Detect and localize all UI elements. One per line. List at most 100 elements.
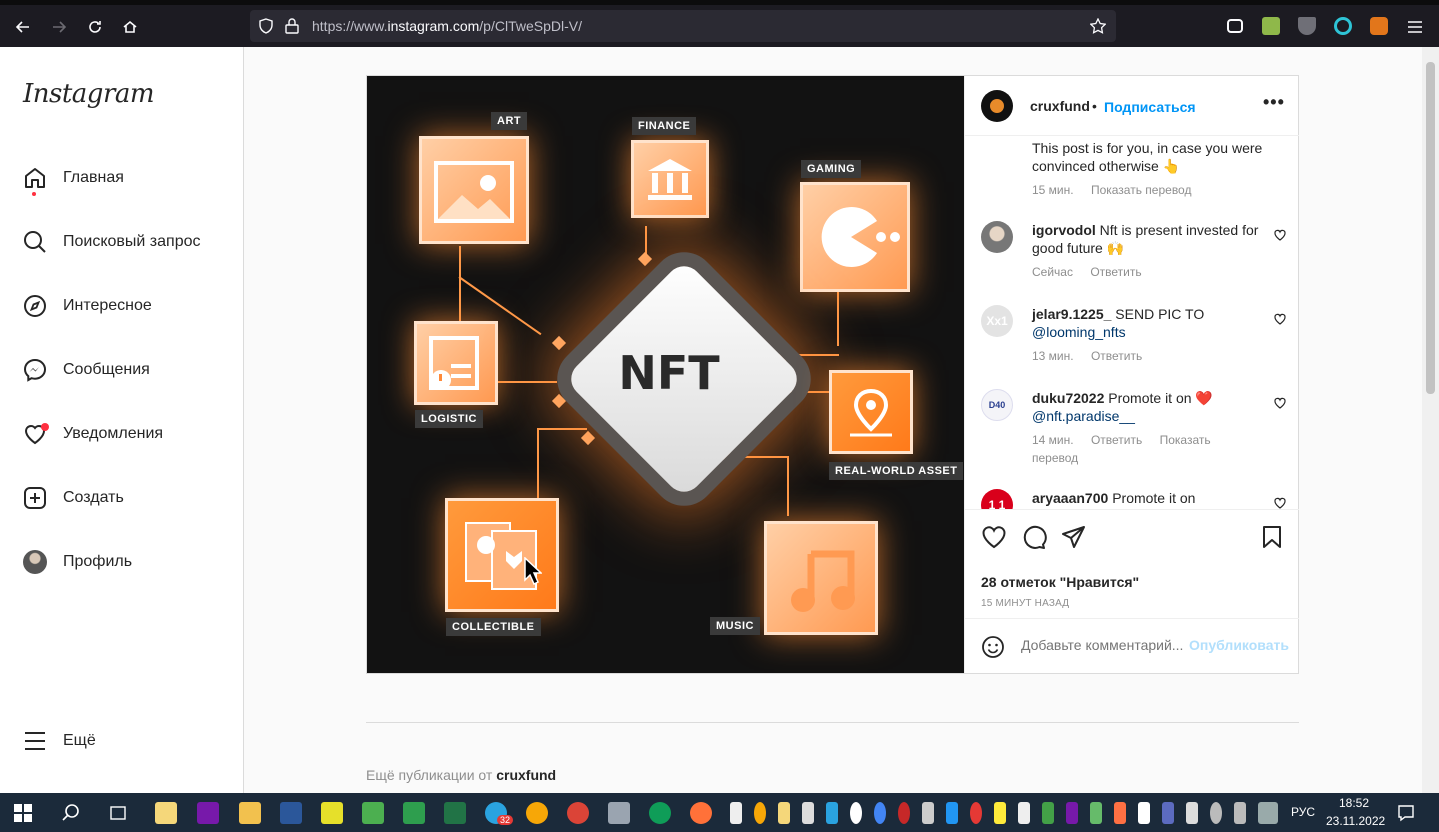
forward-arrow-icon[interactable] <box>45 13 73 41</box>
reply-link[interactable]: Ответить <box>1091 349 1142 363</box>
save-bookmark-icon[interactable] <box>1259 524 1285 550</box>
like-comment-heart-icon[interactable] <box>1274 313 1286 325</box>
publish-button[interactable]: Опубликовать <box>1189 637 1289 653</box>
tray-app-icon[interactable] <box>802 802 814 824</box>
sidebar-item-explore[interactable]: Интересное <box>22 291 152 321</box>
lock-icon[interactable] <box>285 18 299 34</box>
comments-list[interactable]: This post is for you, in case you were c… <box>965 137 1299 509</box>
tray-app-icon[interactable] <box>874 802 886 824</box>
explorer-icon[interactable] <box>239 802 261 824</box>
comment-username[interactable]: aryaaan700 <box>1032 490 1108 506</box>
bookmark-star-icon[interactable] <box>1090 18 1106 34</box>
sidebar-item-profile[interactable]: Профиль <box>22 547 132 577</box>
tray-app-icon[interactable] <box>970 802 982 824</box>
sidebar-item-messages[interactable]: Сообщения <box>22 355 150 385</box>
sticky-notes-icon[interactable] <box>321 802 343 824</box>
reply-link[interactable]: Ответить <box>1090 265 1141 279</box>
comment-mention[interactable]: @looming_nfts <box>1032 324 1126 340</box>
share-paper-plane-icon[interactable] <box>1061 524 1087 550</box>
translate-link[interactable]: Показать перевод <box>1091 183 1192 197</box>
like-comment-heart-icon[interactable] <box>1274 497 1286 509</box>
url-text[interactable]: https://www.instagram.com/p/ClTweSpDl-V/ <box>312 18 582 34</box>
comment-mention[interactable]: @nft.paradise__ <box>1032 408 1135 424</box>
reload-icon[interactable] <box>81 13 109 41</box>
author-avatar[interactable] <box>981 90 1013 122</box>
back-arrow-icon[interactable] <box>9 13 37 41</box>
file-manager-icon[interactable] <box>155 802 177 824</box>
tray-app-icon[interactable] <box>898 802 910 824</box>
hamburger-menu-icon[interactable] <box>1401 13 1429 41</box>
onenote-icon[interactable] <box>197 802 219 824</box>
commenter-avatar[interactable] <box>981 221 1013 253</box>
windows-start-icon[interactable] <box>14 804 32 822</box>
likes-count[interactable]: 28 отметок "Нравится" <box>981 574 1139 590</box>
edge-extension-icon[interactable] <box>1334 17 1352 35</box>
follow-button[interactable]: Подписаться <box>1104 99 1196 115</box>
tray-app-icon[interactable] <box>778 802 790 824</box>
page-scrollbar[interactable] <box>1422 47 1439 793</box>
commenter-avatar[interactable]: Xx1 <box>981 305 1013 337</box>
shield-icon[interactable] <box>258 18 274 34</box>
excel-icon[interactable] <box>444 802 466 824</box>
tray-app-icon[interactable] <box>1018 802 1030 824</box>
metamask-fox-icon[interactable] <box>1370 17 1388 35</box>
author-username[interactable]: cruxfund <box>1030 98 1090 114</box>
pocket-icon[interactable] <box>1227 19 1243 33</box>
keyboard-icon[interactable] <box>1258 802 1278 824</box>
tray-app-icon[interactable] <box>1090 802 1102 824</box>
more-posts-username[interactable]: cruxfund <box>496 767 556 783</box>
tray-app-icon[interactable] <box>1042 802 1054 824</box>
more-options-icon[interactable]: ••• <box>1263 92 1285 113</box>
clock-time[interactable]: 18:52 <box>1339 796 1369 810</box>
home-browser-icon[interactable] <box>116 13 144 41</box>
notification-center-icon[interactable] <box>1397 804 1415 822</box>
tray-app-icon[interactable] <box>1066 802 1078 824</box>
comment-username[interactable]: duku72022 <box>1032 390 1104 406</box>
app-icon[interactable] <box>608 802 630 824</box>
volume-icon[interactable] <box>1234 802 1246 824</box>
amazing-app-icon[interactable] <box>526 802 548 824</box>
wifi-icon[interactable] <box>1210 802 1222 824</box>
sidebar-item-search[interactable]: Поисковый запрос <box>22 227 201 257</box>
url-bar[interactable]: https://www.instagram.com/p/ClTweSpDl-V/ <box>250 10 1116 42</box>
tray-app-icon[interactable] <box>1114 802 1126 824</box>
chrome-icon[interactable] <box>567 802 589 824</box>
tray-app-icon[interactable] <box>730 802 742 824</box>
firefox-icon[interactable] <box>690 802 712 824</box>
comment-username[interactable]: jelar9.1225_ <box>1032 306 1111 322</box>
language-indicator[interactable]: РУС <box>1291 805 1315 819</box>
tray-app-icon[interactable] <box>946 802 958 824</box>
chrome-profile-icon[interactable] <box>649 802 671 824</box>
battery-icon[interactable] <box>1186 802 1198 824</box>
like-comment-heart-icon[interactable] <box>1274 229 1286 241</box>
tray-app-icon[interactable] <box>922 802 934 824</box>
comment-username[interactable]: igorvodol <box>1032 222 1096 238</box>
sf-extension-icon[interactable] <box>1262 17 1280 35</box>
taskbar-search-icon[interactable] <box>62 804 80 822</box>
shield-extension-icon[interactable] <box>1298 17 1316 35</box>
task-view-icon[interactable] <box>109 804 127 822</box>
commenter-avatar[interactable]: 1 1 <box>981 489 1013 509</box>
sidebar-item-notifications[interactable]: Уведомления <box>22 419 163 449</box>
reply-link[interactable]: Ответить <box>1091 433 1142 447</box>
tray-app-icon[interactable] <box>1162 802 1174 824</box>
commenter-avatar[interactable]: D40 <box>981 389 1013 421</box>
tray-app-icon[interactable] <box>754 802 766 824</box>
post-image[interactable]: ART FINANCE GAMING LOGISTIC NFT REAL-WOR… <box>367 76 964 673</box>
tray-app-icon[interactable] <box>1138 802 1150 824</box>
emoji-smiley-icon[interactable] <box>981 635 1005 659</box>
like-heart-icon[interactable] <box>981 524 1007 550</box>
sidebar-item-more[interactable]: Ещё <box>22 726 96 756</box>
comment-input[interactable] <box>1021 637 1186 653</box>
chart-app-icon[interactable] <box>362 802 384 824</box>
like-comment-heart-icon[interactable] <box>1274 397 1286 409</box>
sidebar-item-create[interactable]: Создать <box>22 483 124 513</box>
tray-app-icon[interactable] <box>994 802 1006 824</box>
tray-app-icon[interactable] <box>850 802 862 824</box>
word-icon[interactable] <box>280 802 302 824</box>
spreadsheet-icon[interactable] <box>403 802 425 824</box>
sidebar-item-home[interactable]: Главная <box>22 163 124 196</box>
clock-date[interactable]: 23.11.2022 <box>1326 814 1385 828</box>
comment-bubble-icon[interactable] <box>1021 524 1047 550</box>
instagram-logo[interactable]: Instagram <box>23 79 155 109</box>
